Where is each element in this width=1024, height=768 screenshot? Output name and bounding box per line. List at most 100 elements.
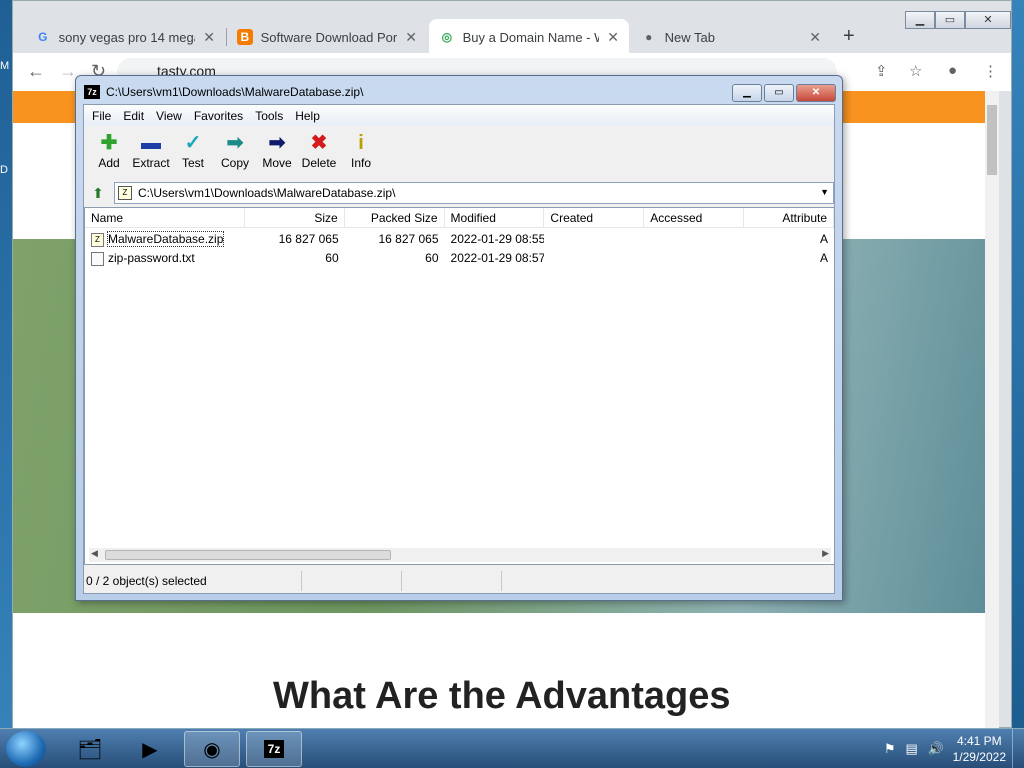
menu-bar: File Edit View Favorites Tools Help [84, 105, 834, 126]
column-header-accessed[interactable]: Accessed [644, 208, 745, 228]
chevron-down-icon[interactable]: ▼ [820, 187, 829, 197]
horizontal-scrollbar[interactable]: ◀ ▶ [89, 548, 831, 562]
tab-buy-domain[interactable]: ◎ Buy a Domain Name - Wo ✕ [429, 19, 629, 55]
tab-sony-vegas[interactable]: G sony vegas pro 14 mega.n ✕ [25, 19, 225, 55]
google-favicon-icon: G [38, 30, 48, 44]
7zip-app-icon: 7z [84, 85, 100, 99]
close-button[interactable]: ✕ [796, 84, 836, 102]
copy-label: Copy [220, 156, 249, 170]
status-pane [502, 571, 602, 591]
chrome-taskbar-icon[interactable]: ◉ [184, 731, 240, 767]
cell-packed-size: 16 827 065 [378, 232, 439, 246]
maximize-button[interactable]: ▭ [764, 84, 794, 102]
close-tab-icon[interactable]: ✕ [203, 29, 215, 46]
cell-created [544, 230, 644, 249]
close-tab-icon[interactable]: ✕ [405, 29, 417, 46]
menu-edit[interactable]: Edit [117, 109, 150, 123]
volume-icon[interactable]: 🔊 [928, 741, 944, 757]
maximize-button[interactable]: ▭ [935, 11, 965, 29]
table-row[interactable]: Z MalwareDatabase.zip 16 827 065 16 827 0… [85, 230, 834, 249]
desktop-icon-fragment[interactable]: M [0, 60, 9, 72]
scroll-right-icon[interactable]: ▶ [822, 548, 829, 559]
network-icon[interactable]: ▤ [906, 741, 918, 757]
table-row[interactable]: zip-password.txt 60 60 2022-01-29 08:57 … [85, 249, 834, 268]
move-label: Move [262, 156, 292, 170]
text-file-icon [91, 251, 104, 266]
add-button[interactable]: ✚ Add [88, 127, 130, 179]
menu-help[interactable]: Help [289, 109, 326, 123]
bookmark-star-icon[interactable]: ☆ [909, 62, 922, 80]
column-header-modified[interactable]: Modified [445, 208, 545, 228]
tab-software-download[interactable]: B Software Download Portal ✕ [227, 19, 427, 55]
browser-window-controls: ▁ ▭ ✕ [905, 11, 1011, 29]
path-combobox[interactable]: Z C:\Users\vm1\Downloads\MalwareDatabase… [114, 182, 834, 204]
tab-title: Software Download Portal [260, 29, 398, 45]
back-arrow-icon[interactable]: ← [27, 61, 45, 82]
window-title-bar[interactable]: 7z C:\Users\vm1\Downloads\MalwareDatabas… [84, 85, 363, 99]
cell-modified: 2022-01-29 08:57 [450, 251, 545, 265]
scroll-thumb[interactable] [987, 105, 997, 175]
page-heading: What Are the Advantages [273, 675, 731, 717]
menu-favorites[interactable]: Favorites [188, 109, 249, 123]
7zip-window: 7z C:\Users\vm1\Downloads\MalwareDatabas… [75, 75, 843, 601]
scroll-left-icon[interactable]: ◀ [91, 548, 98, 559]
delete-icon: ✖ [310, 132, 328, 154]
status-pane [402, 571, 502, 591]
extract-icon: ▬ [141, 132, 161, 154]
menu-tools[interactable]: Tools [249, 109, 289, 123]
cell-created [544, 249, 644, 268]
new-tab-button[interactable]: + [843, 25, 855, 48]
show-desktop-button[interactable] [1012, 729, 1024, 768]
file-list[interactable]: Name Size Packed Size Modified Created A… [84, 207, 835, 565]
menu-file[interactable]: File [86, 109, 117, 123]
share-icon[interactable]: ⇪ [875, 62, 888, 80]
column-header-size[interactable]: Size [245, 208, 345, 228]
media-player-taskbar-icon[interactable]: ▶ [122, 731, 178, 767]
info-icon: i [358, 132, 364, 154]
minimize-button[interactable]: ▁ [905, 11, 935, 29]
delete-button[interactable]: ✖ Delete [298, 127, 340, 179]
7zip-taskbar-icon[interactable]: 7z [246, 731, 302, 767]
address-bar-row: ⬆ Z C:\Users\vm1\Downloads\MalwareDataba… [84, 181, 834, 205]
column-header-name[interactable]: Name [85, 208, 245, 228]
column-header-packed-size[interactable]: Packed Size [345, 208, 445, 228]
path-text: C:\Users\vm1\Downloads\MalwareDatabase.z… [138, 186, 396, 200]
menu-kebab-icon[interactable]: ⋮ [983, 62, 998, 80]
window-controls: ▁ ▭ ✕ [732, 84, 836, 102]
copy-button[interactable]: ➡ Copy [214, 127, 256, 179]
action-center-icon[interactable]: ⚑ [884, 741, 896, 757]
cell-name: zip-password.txt [85, 249, 245, 268]
profile-avatar-icon[interactable]: ● [948, 62, 957, 79]
tab-title: Buy a Domain Name - Wo [462, 29, 600, 45]
cell-attributes: A [820, 232, 829, 246]
clock-date: 1/29/2022 [952, 750, 1006, 764]
taskbar: 🗂 ▶ ◉ 7z ⚑ ▤ 🔊 4:41 PM 1/29/2022 [0, 728, 1024, 768]
close-tab-icon[interactable]: ✕ [809, 29, 821, 46]
explorer-taskbar-icon[interactable]: 🗂 [62, 731, 118, 767]
menu-view[interactable]: View [150, 109, 188, 123]
cell-size: 16 827 065 [278, 232, 339, 246]
info-button[interactable]: i Info [340, 127, 382, 179]
close-tab-icon[interactable]: ✕ [607, 29, 619, 46]
window-title: C:\Users\vm1\Downloads\MalwareDatabase.z… [106, 85, 364, 99]
cell-accessed [644, 249, 744, 268]
clock[interactable]: 4:41 PM 1/29/2022 [953, 733, 1006, 765]
page-scrollbar[interactable] [985, 91, 999, 729]
column-header-attributes[interactable]: Attribute [744, 208, 834, 228]
extract-button[interactable]: ▬ Extract [130, 127, 172, 179]
tab-new-tab[interactable]: ● New Tab ✕ [631, 19, 831, 55]
up-folder-icon[interactable]: ⬆ [86, 182, 110, 204]
minimize-button[interactable]: ▁ [732, 84, 762, 102]
column-header-created[interactable]: Created [544, 208, 645, 228]
close-button[interactable]: ✕ [965, 11, 1011, 29]
start-button[interactable] [6, 731, 46, 767]
move-icon: ➡ [268, 132, 286, 154]
zip-file-icon: Z [91, 232, 104, 247]
test-button[interactable]: ✓ Test [172, 127, 214, 179]
desktop-icon-fragment[interactable]: D [0, 164, 8, 176]
file-name: MalwareDatabase.zip [106, 231, 225, 247]
scroll-thumb[interactable] [105, 550, 391, 560]
move-button[interactable]: ➡ Move [256, 127, 298, 179]
test-icon: ✓ [184, 132, 202, 154]
delete-label: Delete [301, 156, 337, 170]
